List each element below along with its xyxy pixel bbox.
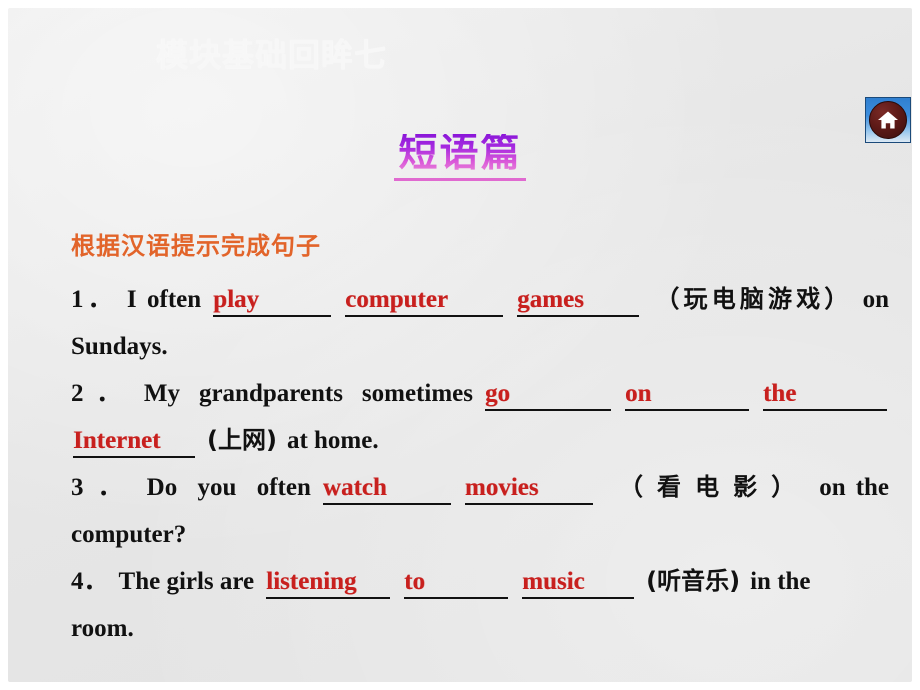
question-3-number: 3． bbox=[71, 474, 137, 501]
question-1-line-1: 1． I often play computer games （玩电脑游戏） on bbox=[71, 276, 889, 323]
question-4-line-2: room. bbox=[71, 605, 889, 652]
question-1-line-2: Sundays. bbox=[71, 323, 889, 370]
answer-blank-watch[interactable]: watch bbox=[322, 473, 451, 505]
question-2-chinese-hint: (上网) bbox=[207, 426, 277, 454]
question-4-text-3: room. bbox=[71, 615, 134, 642]
question-2-text-1: My grandparents sometimes bbox=[143, 380, 473, 407]
question-2-number: 2． bbox=[71, 380, 134, 407]
question-1-text-1: I often bbox=[126, 286, 202, 313]
answer-blank-the[interactable]: the bbox=[762, 379, 887, 411]
question-3-line-2: computer? bbox=[71, 511, 889, 558]
answer-blank-on[interactable]: on bbox=[624, 379, 749, 411]
answer-blank-go[interactable]: go bbox=[484, 379, 611, 411]
question-2-line-2: Internet (上网) at home. bbox=[71, 417, 889, 464]
question-1-text-3: Sundays. bbox=[71, 333, 168, 360]
slide-content-area: 模块基础回眸七 短语篇 根据汉语提示完成句子 1． I often play comp… bbox=[8, 8, 912, 682]
answer-blank-games[interactable]: games bbox=[517, 285, 640, 317]
question-4-text-1: The girls are bbox=[118, 568, 255, 595]
question-1-number: 1． bbox=[71, 286, 117, 313]
page-title: 模块基础回眸七 bbox=[156, 36, 388, 74]
question-1-text-2: on bbox=[862, 286, 889, 313]
question-4-chinese-hint: (听音乐) bbox=[646, 567, 741, 595]
answer-blank-music[interactable]: music bbox=[522, 567, 635, 599]
question-3-text-4: computer? bbox=[71, 521, 187, 548]
slide: 模块基础回眸七 短语篇 根据汉语提示完成句子 1． I often play comp… bbox=[0, 0, 920, 690]
question-3-text-3: the bbox=[855, 474, 890, 501]
question-3-text-1: Do you often bbox=[146, 474, 311, 501]
exercise-list: 1． I often play computer games （玩电脑游戏） on Sund… bbox=[71, 276, 889, 652]
question-3-text-2: on bbox=[819, 474, 846, 501]
section-heading-container: 短语篇 bbox=[8, 133, 912, 181]
section-heading: 短语篇 bbox=[394, 133, 526, 181]
answer-blank-movies[interactable]: movies bbox=[464, 473, 593, 505]
instruction-text: 根据汉语提示完成句子 bbox=[71, 232, 321, 260]
question-2-text-2: at home. bbox=[286, 427, 379, 454]
answer-blank-listening[interactable]: listening bbox=[266, 567, 391, 599]
question-2-line-1: 2． My grandparents sometimes go on the bbox=[71, 370, 889, 417]
answer-blank-play[interactable]: play bbox=[213, 285, 332, 317]
question-4-text-2: in the bbox=[750, 568, 811, 595]
question-3-line-1: 3． Do you often watch movies （看电影） on the bbox=[71, 464, 889, 511]
question-1-chinese-hint: （玩电脑游戏） bbox=[651, 285, 853, 313]
question-4-line-1: 4． The girls are listening to music (听音乐) in t… bbox=[71, 558, 889, 605]
question-3-chinese-hint: （看电影） bbox=[604, 473, 810, 501]
answer-blank-internet[interactable]: Internet bbox=[73, 426, 195, 458]
question-4-number: 4． bbox=[71, 568, 109, 595]
answer-blank-to[interactable]: to bbox=[404, 567, 509, 599]
answer-blank-computer[interactable]: computer bbox=[345, 285, 504, 317]
